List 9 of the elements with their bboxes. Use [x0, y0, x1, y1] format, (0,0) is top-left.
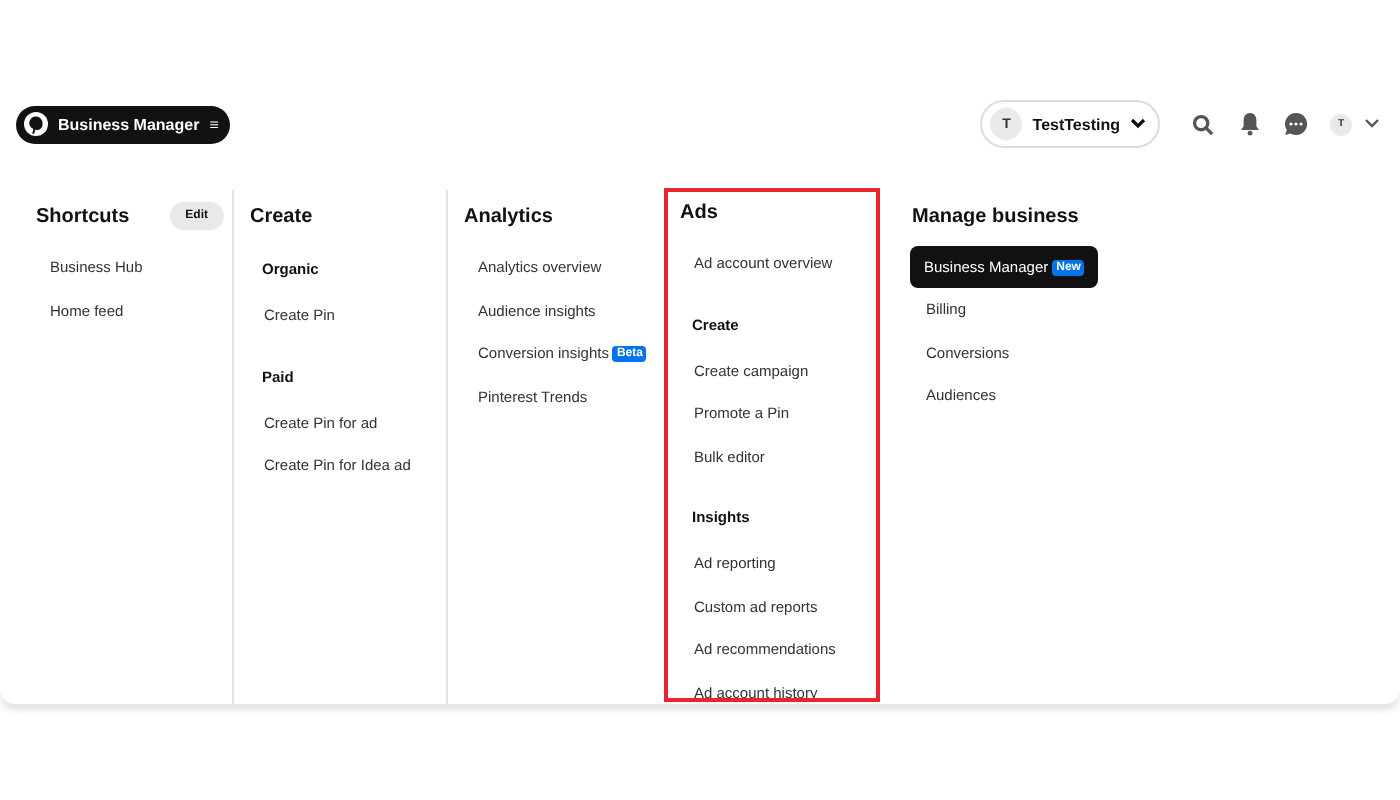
column-title: Shortcuts	[36, 205, 130, 227]
chevron-down-icon	[1130, 118, 1146, 130]
business-manager-menu-button[interactable]: Business Manager ≡	[16, 105, 231, 143]
column-title: Create	[250, 205, 313, 227]
column-title: Manage business	[912, 205, 1079, 227]
column-title: Analytics	[464, 205, 553, 227]
pin-logo-icon	[24, 112, 48, 136]
chevron-down-icon[interactable]	[1364, 118, 1380, 130]
column-title: Ads	[680, 201, 718, 223]
